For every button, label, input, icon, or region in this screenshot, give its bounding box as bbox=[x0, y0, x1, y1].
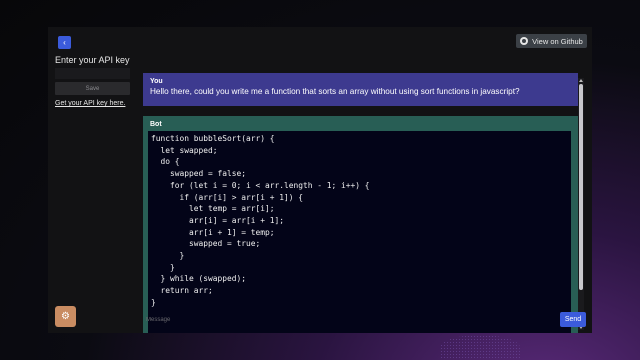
bot-message: Bot function bubbleSort(arr) { let swapp… bbox=[143, 116, 578, 333]
message-sender: You bbox=[150, 78, 163, 85]
api-key-title: Enter your API key bbox=[55, 55, 130, 65]
github-button[interactable]: View on Github bbox=[516, 34, 587, 48]
scrollbar-thumb[interactable] bbox=[579, 84, 583, 290]
message-text: Hello there, could you write me a functi… bbox=[150, 87, 520, 96]
app-window: ‹ Enter your API key Save Get your API k… bbox=[48, 27, 592, 333]
background-decoration bbox=[440, 335, 520, 360]
message-sender: Bot bbox=[150, 121, 162, 128]
github-button-label: View on Github bbox=[532, 36, 583, 46]
back-button[interactable]: ‹ bbox=[58, 36, 71, 49]
save-button[interactable]: Save bbox=[55, 82, 130, 95]
github-icon bbox=[520, 37, 529, 45]
chat-area: You Hello there, could you write me a fu… bbox=[143, 71, 578, 333]
api-key-input[interactable] bbox=[55, 68, 130, 79]
api-key-link[interactable]: Get your API key here. bbox=[55, 100, 125, 107]
settings-button[interactable]: ⚙ bbox=[55, 306, 76, 327]
user-message: You Hello there, could you write me a fu… bbox=[143, 73, 578, 106]
gear-icon: ⚙ bbox=[61, 311, 70, 322]
chevron-left-icon: ‹ bbox=[63, 37, 66, 47]
chat-scrollbar[interactable] bbox=[578, 78, 584, 330]
code-block: function bubbleSort(arr) { let swapped; … bbox=[148, 131, 571, 333]
send-button[interactable]: Send bbox=[560, 312, 586, 327]
scroll-up-arrow-icon[interactable] bbox=[579, 79, 583, 82]
sidebar: ‹ Enter your API key Save Get your API k… bbox=[48, 27, 138, 333]
message-input[interactable] bbox=[143, 313, 548, 327]
